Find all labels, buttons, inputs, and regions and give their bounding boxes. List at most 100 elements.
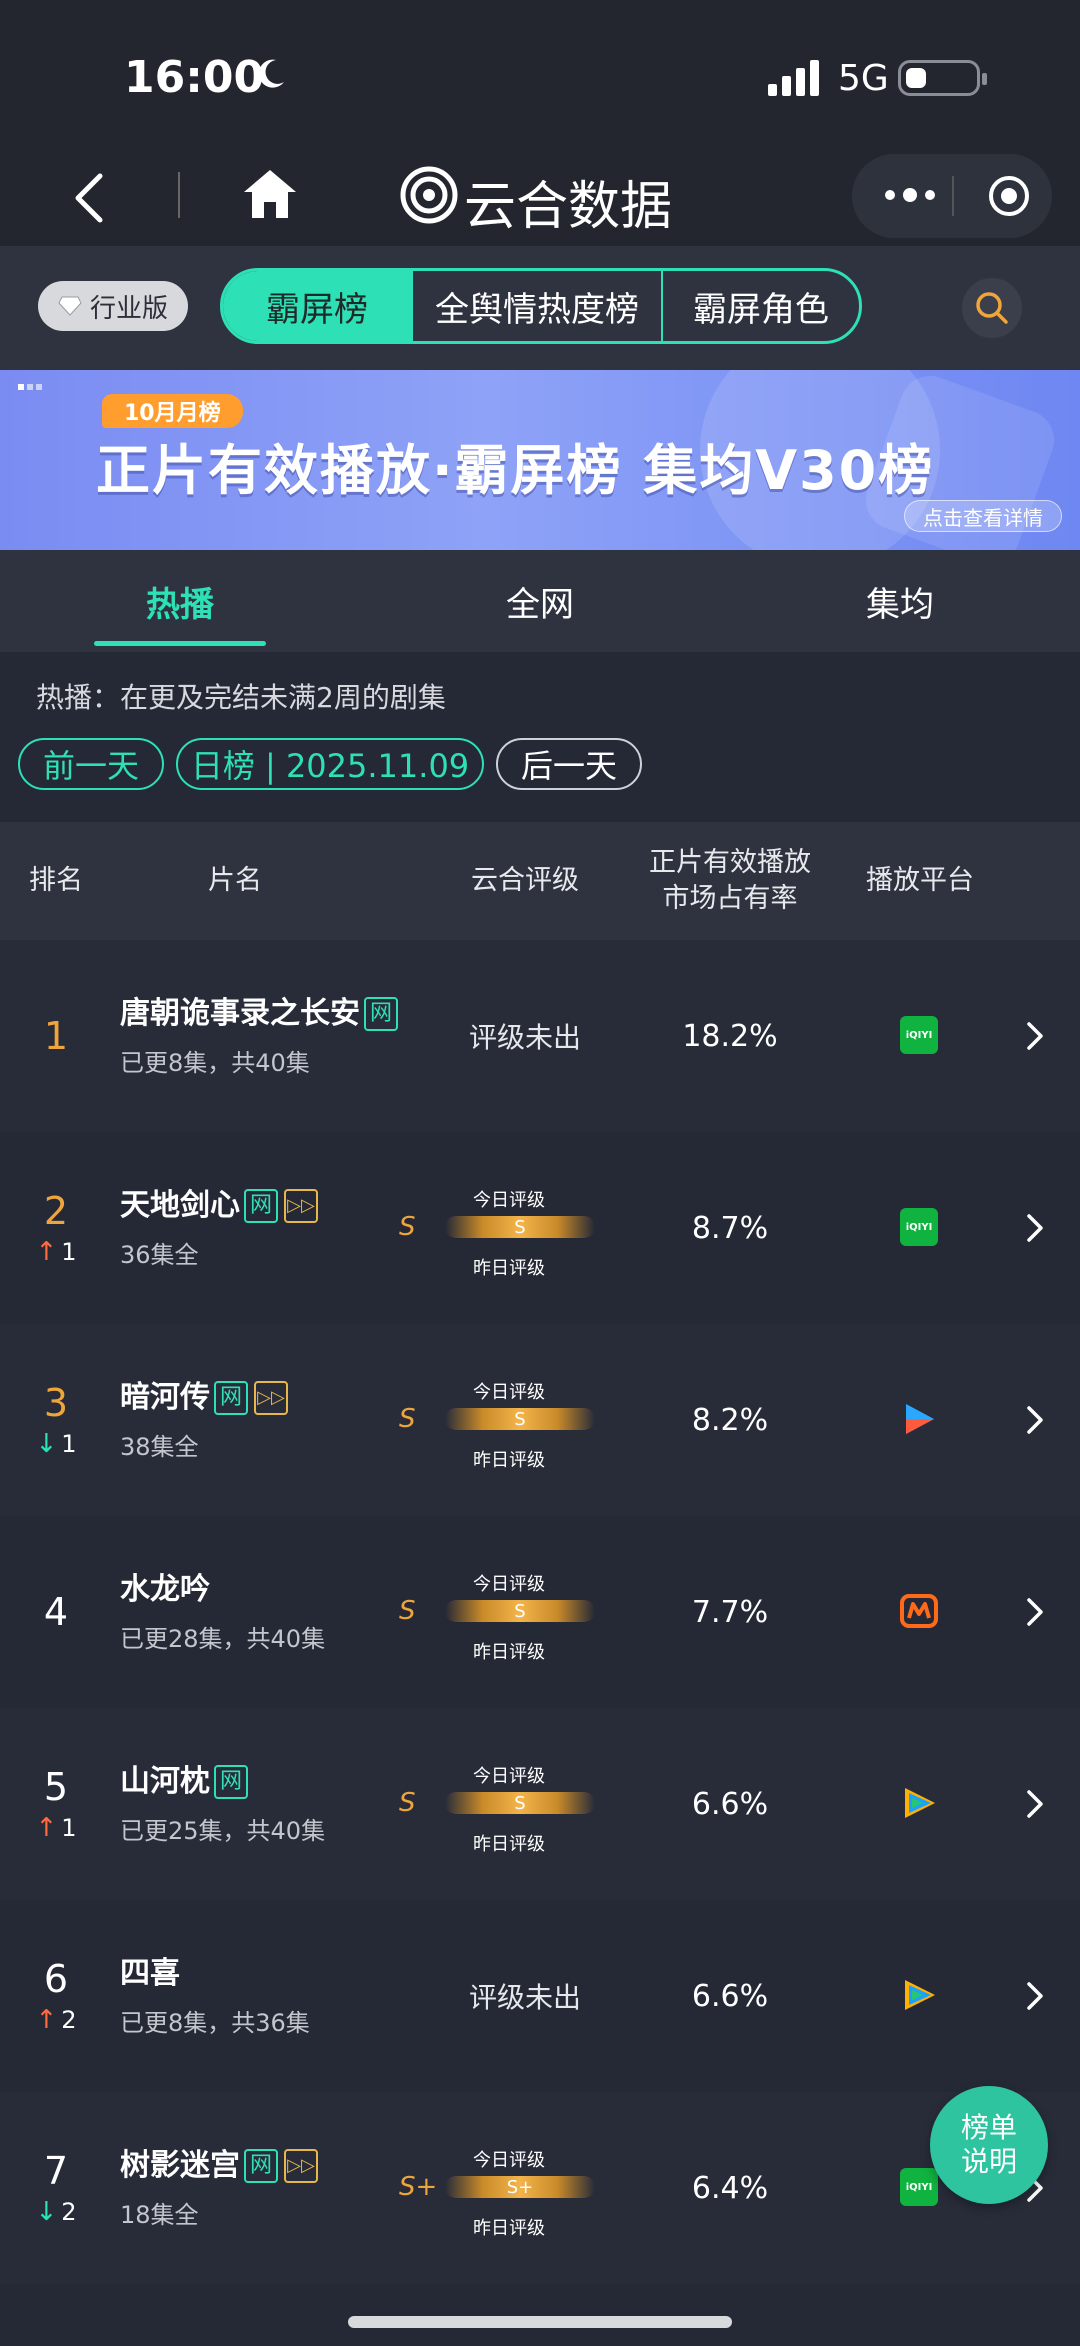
episode-info: 已更8集，共36集 (120, 2008, 310, 2037)
miniprogram-capsule (852, 154, 1052, 238)
rank-change-value: 2 (61, 2198, 77, 2226)
title-cell: 四喜 已更8集，共36集 (120, 1900, 410, 2092)
youku-icon (906, 1404, 934, 1434)
table-row[interactable]: 4 水龙吟 已更28集，共40集 S 今日评级 S 昨日评级 7.7% (0, 1516, 1080, 1708)
rank-change: ↑ 1 (35, 1813, 76, 1843)
rank-cell: 7 ↓ 2 (0, 2092, 112, 2284)
show-title-text: 山河枕 (120, 1763, 210, 1799)
show-title-text: 唐朝诡事录之长安 (120, 995, 360, 1031)
rank-cell: 4 (0, 1516, 112, 1708)
banner-title: 正片有效播放·霸屏榜 集均V30榜 (96, 439, 935, 502)
chevron-right-icon[interactable] (1024, 1788, 1046, 1820)
rank-cell: 6 ↑ 2 (0, 1900, 112, 2092)
title-cell: 唐朝诡事录之长安网 已更8集，共40集 (120, 940, 410, 1132)
app-title: 云合数据 (464, 177, 673, 237)
rank-change: ↑ 1 (35, 1237, 76, 1267)
next-day-button[interactable]: 后一天 (496, 738, 642, 790)
rank-cell: 2 ↑ 1 (0, 1132, 112, 1324)
rating-today-label: 今日评级 (473, 1190, 545, 1211)
ranking-type-segment: 霸屏榜 全舆情热度榜 霸屏角色 (220, 268, 862, 344)
nav-divider (178, 172, 180, 218)
rating-bar-grade: S (514, 1600, 526, 1622)
segment-yuqing-heat[interactable]: 全舆情热度榜 (413, 271, 663, 341)
episode-info: 已更25集，共40集 (120, 1816, 326, 1845)
episode-info: 36集全 (120, 1240, 199, 1269)
promo-banner[interactable]: 10月月榜 正片有效播放·霸屏榜 集均V30榜 点击查看详情 (0, 370, 1080, 550)
show-title: 山河枕网 (120, 1763, 410, 1801)
rating-graph: S+ 今日评级 S+ 昨日评级 (385, 2092, 625, 2284)
tab-per-episode[interactable]: 集均 (720, 550, 1080, 652)
tab-all-network[interactable]: 全网 (360, 550, 720, 652)
rank-cell: 5 ↑ 1 (0, 1708, 112, 1900)
signal-icon (768, 60, 819, 96)
rating-bar-grade: S (514, 1792, 526, 1814)
table-row[interactable]: 2 ↑ 1 天地剑心网 ▷▷ 36集全 S 今日评级 S 昨日评级 8.7% iQI… (0, 1132, 1080, 1324)
back-icon[interactable] (70, 170, 110, 226)
search-button[interactable] (962, 278, 1022, 338)
close-miniprogram-icon[interactable] (987, 174, 1031, 218)
table-row[interactable]: 5 ↑ 1 山河枕网 已更25集，共40集 S 今日评级 S 昨日评级 6.6% (0, 1708, 1080, 1900)
chevron-right-icon[interactable] (1024, 1980, 1046, 2012)
tab-hot[interactable]: 热播 (0, 550, 360, 652)
fast-forward-icon: ▷▷ (284, 2148, 318, 2183)
rating-grade: S+ (399, 2172, 438, 2202)
prev-day-button[interactable]: 前一天 (18, 738, 164, 790)
ranking-explanation-button[interactable]: 榜单 说明 (930, 2086, 1048, 2204)
iqiyi-icon: iQIYI (900, 1016, 938, 1054)
show-title-text: 水龙吟 (120, 1571, 210, 1607)
table-row[interactable]: 3 ↓ 1 暗河传网 ▷▷ 38集全 S 今日评级 S 昨日评级 8.2% (0, 1324, 1080, 1516)
rank-change-value: 1 (61, 1430, 77, 1458)
more-icon[interactable] (880, 180, 940, 210)
home-icon[interactable] (242, 168, 298, 220)
arrow-up-icon: ↑ (35, 1237, 58, 1267)
rank-number: 5 (43, 1765, 69, 1809)
rank-number: 6 (43, 1957, 69, 2001)
rating-grade: S (399, 1788, 416, 1818)
rating-today-label: 今日评级 (473, 1766, 545, 1787)
web-drama-tag: 网 (214, 1380, 248, 1415)
rank-number: 4 (43, 1590, 69, 1634)
chevron-right-icon[interactable] (1024, 1596, 1046, 1628)
yunhe-logo-icon (400, 166, 458, 224)
chevron-right-icon[interactable] (1024, 1212, 1046, 1244)
capsule-divider (952, 176, 954, 216)
chevron-right-icon[interactable] (1024, 1404, 1046, 1436)
rating-yesterday-label: 昨日评级 (473, 1450, 545, 1471)
table-row[interactable]: 1 唐朝诡事录之长安网 已更8集，共40集 评级未出 18.2% iQIYI (0, 940, 1080, 1132)
market-share: 18.2% (682, 1018, 778, 1054)
market-share: 7.7% (691, 1594, 769, 1630)
rating-yesterday-label: 昨日评级 (473, 1642, 545, 1663)
header-rating: 云合评级 (471, 865, 579, 896)
rank-number: 3 (43, 1381, 69, 1425)
edition-badge[interactable]: 行业版 (38, 281, 188, 331)
episode-info: 38集全 (120, 1432, 199, 1461)
iqiyi-icon: iQIYI (900, 1208, 938, 1246)
table-row[interactable]: 7 ↓ 2 树影迷宫网 ▷▷ 18集全 S+ 今日评级 S+ 昨日评级 6.4% i… (0, 2092, 1080, 2284)
mgtv-icon (900, 1594, 938, 1628)
show-title-text: 天地剑心 (120, 1187, 240, 1223)
episode-info: 已更8集，共40集 (120, 1048, 310, 1077)
web-drama-tag: 网 (364, 996, 398, 1031)
chevron-right-icon[interactable] (1024, 1020, 1046, 1052)
tencent-video-icon (905, 1788, 935, 1818)
rank-change: ↑ 2 (35, 2005, 76, 2035)
show-title-text: 暗河传 (120, 1379, 210, 1415)
battery-icon (898, 60, 987, 96)
header-rank: 排名 (29, 865, 83, 896)
ranking-explanation-line1: 榜单 (960, 2111, 1017, 2144)
banner-detail-link[interactable]: 点击查看详情 (904, 500, 1062, 532)
ranking-explanation-line2: 说明 (960, 2145, 1017, 2178)
rating-grade: S (399, 1596, 416, 1626)
rank-change-value: 1 (61, 1238, 77, 1266)
arrow-down-icon: ↓ (35, 2197, 58, 2227)
fast-forward-icon: ▷▷ (284, 1188, 318, 1223)
table-row[interactable]: 6 ↑ 2 四喜 已更8集，共36集 评级未出 6.6% (0, 1900, 1080, 2092)
rating-yesterday-label: 昨日评级 (473, 2218, 545, 2239)
header-share-line1: 正片有效播放 (649, 847, 811, 878)
segment-bapingbang[interactable]: 霸屏榜 (223, 271, 413, 341)
header-name: 片名 (208, 865, 262, 896)
market-share: 6.6% (691, 1978, 769, 2014)
current-date-selector[interactable]: 日榜 | 2025.11.09 (176, 738, 484, 790)
rank-cell: 1 (0, 940, 112, 1132)
segment-baping-role[interactable]: 霸屏角色 (663, 271, 859, 341)
